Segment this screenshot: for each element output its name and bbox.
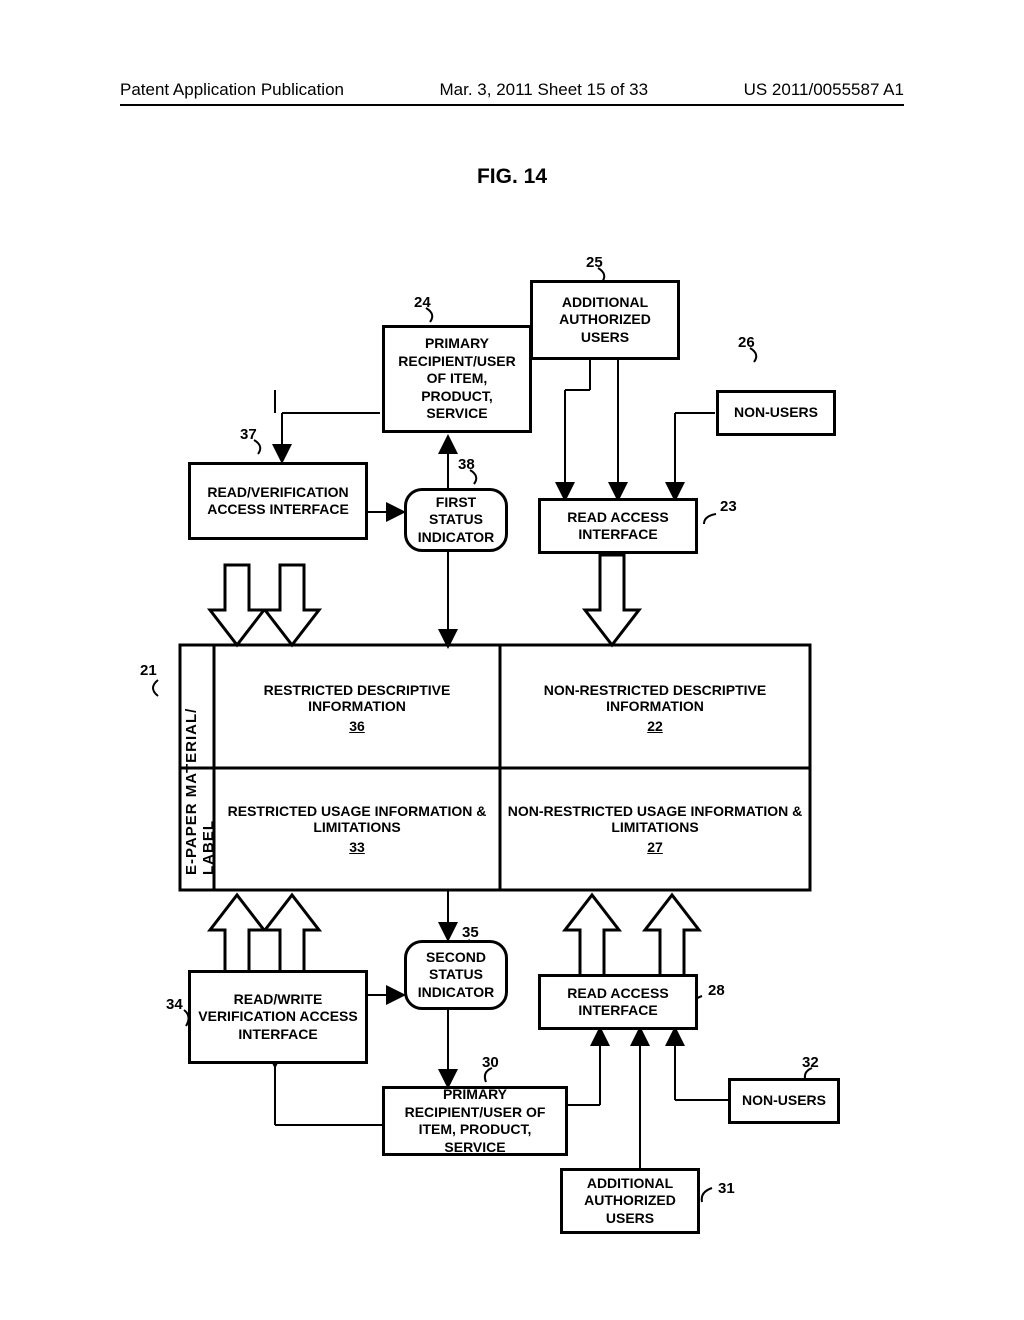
text: NON-USERS (734, 404, 818, 422)
page-header: Patent Application Publication Mar. 3, 2… (120, 80, 904, 100)
text: RESTRICTED DESCRIPTIVE INFORMATION (220, 682, 494, 714)
box-rw-verification-interface: READ/WRITE VERIFICATION ACCESS INTERFACE (188, 970, 368, 1064)
epaper-vertical-label: E-PAPER MATERIAL/ LABEL (183, 660, 217, 875)
ref-37: 37 (240, 426, 257, 443)
box-primary-recipient-bottom: PRIMARY RECIPIENT/USER OF ITEM, PRODUCT,… (382, 1086, 568, 1156)
text: ADDITIONAL AUTHORIZED USERS (569, 1175, 691, 1228)
ref-25: 25 (586, 254, 603, 271)
text: PRIMARY RECIPIENT/USER OF ITEM, PRODUCT,… (391, 335, 523, 423)
text: READ/WRITE VERIFICATION ACCESS INTERFACE (197, 991, 359, 1044)
text: SECOND STATUS INDICATOR (413, 949, 499, 1002)
header-left: Patent Application Publication (120, 80, 344, 100)
ref-32: 32 (802, 1054, 819, 1071)
cell-nonrestricted-descriptive: NON-RESTRICTED DESCRIPTIVE INFORMATION 2… (506, 655, 804, 760)
cell-restricted-descriptive: RESTRICTED DESCRIPTIVE INFORMATION 36 (220, 655, 494, 760)
text: READ ACCESS INTERFACE (547, 509, 689, 544)
ref-23: 23 (720, 498, 737, 515)
box-read-verification-interface: READ/VERIFICATION ACCESS INTERFACE (188, 462, 368, 540)
ref-35: 35 (462, 924, 479, 941)
text: RESTRICTED USAGE INFORMATION & LIMITATIO… (220, 803, 494, 835)
ref-22: 22 (647, 718, 663, 734)
box-read-access-interface-top: READ ACCESS INTERFACE (538, 498, 698, 554)
cell-restricted-usage: RESTRICTED USAGE INFORMATION & LIMITATIO… (220, 775, 494, 883)
box-additional-authorized-users-top: ADDITIONAL AUTHORIZED USERS (530, 280, 680, 360)
ref-26: 26 (738, 334, 755, 351)
ref-34: 34 (166, 996, 183, 1013)
text: ADDITIONAL AUTHORIZED USERS (539, 294, 671, 347)
ref-24: 24 (414, 294, 431, 311)
box-primary-recipient-top: PRIMARY RECIPIENT/USER OF ITEM, PRODUCT,… (382, 325, 532, 433)
box-read-access-interface-bottom: READ ACCESS INTERFACE (538, 974, 698, 1030)
box-first-status-indicator: FIRST STATUS INDICATOR (404, 488, 508, 552)
box-non-users-bottom: NON-USERS (728, 1078, 840, 1124)
ref-27: 27 (647, 839, 663, 855)
text: NON-RESTRICTED USAGE INFORMATION & LIMIT… (506, 803, 804, 835)
text: READ/VERIFICATION ACCESS INTERFACE (197, 484, 359, 519)
box-additional-authorized-users-bottom: ADDITIONAL AUTHORIZED USERS (560, 1168, 700, 1234)
text: FIRST STATUS INDICATOR (413, 494, 499, 547)
header-mid: Mar. 3, 2011 Sheet 15 of 33 (440, 80, 649, 100)
text: READ ACCESS INTERFACE (547, 985, 689, 1020)
ref-21: 21 (140, 662, 157, 679)
ref-28: 28 (708, 982, 725, 999)
ref-36: 36 (349, 718, 365, 734)
ref-33: 33 (349, 839, 365, 855)
header-rule (120, 104, 904, 106)
figure-title: FIG. 14 (0, 165, 1024, 189)
box-second-status-indicator: SECOND STATUS INDICATOR (404, 940, 508, 1010)
page: Patent Application Publication Mar. 3, 2… (0, 0, 1024, 1320)
box-non-users-top: NON-USERS (716, 390, 836, 436)
header-right: US 2011/0055587 A1 (744, 80, 904, 100)
ref-30: 30 (482, 1054, 499, 1071)
text: NON-USERS (742, 1092, 826, 1110)
cell-nonrestricted-usage: NON-RESTRICTED USAGE INFORMATION & LIMIT… (506, 775, 804, 883)
diagram: ADDITIONAL AUTHORIZED USERS 25 PRIMARY R… (120, 230, 904, 1230)
text: NON-RESTRICTED DESCRIPTIVE INFORMATION (506, 682, 804, 714)
ref-38: 38 (458, 456, 475, 473)
ref-31: 31 (718, 1180, 735, 1197)
text: PRIMARY RECIPIENT/USER OF ITEM, PRODUCT,… (391, 1086, 559, 1156)
